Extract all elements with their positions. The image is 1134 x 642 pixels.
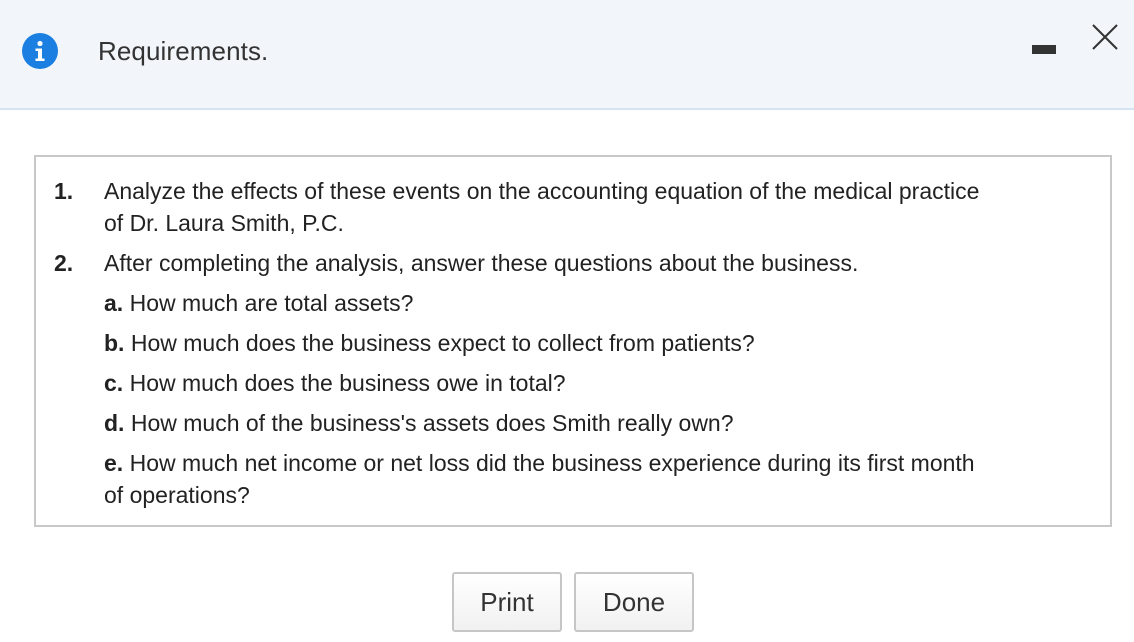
info-icon — [22, 33, 58, 69]
minimize-icon — [1032, 45, 1056, 54]
requirements-dialog: Requirements. 1. Analyze the effects of … — [0, 0, 1134, 642]
question-text: How much does the business expect to col… — [130, 330, 755, 356]
requirement-number: 2. — [54, 250, 74, 276]
question-letter: b. — [104, 330, 125, 356]
question-item: d. How much of the business's assets doe… — [104, 407, 1104, 439]
question-item: e. How much net income or net loss did t… — [104, 447, 1104, 511]
question-text: How much of the business's assets does S… — [130, 410, 734, 436]
question-text: of operations? — [104, 482, 250, 508]
requirements-box: 1. Analyze the effects of these events o… — [34, 155, 1112, 527]
question-item: a. How much are total assets? — [104, 287, 1104, 319]
requirement-text: After completing the analysis, answer th… — [104, 250, 859, 276]
requirement-text-line: Analyze the effects of these events on t… — [104, 178, 980, 204]
question-item: c. How much does the business owe in tot… — [104, 367, 1104, 399]
question-letter: d. — [104, 410, 125, 436]
close-button[interactable] — [1084, 19, 1124, 59]
print-button[interactable]: Print — [452, 572, 562, 632]
question-letter: e. — [104, 450, 124, 476]
question-letter: c. — [104, 370, 124, 396]
question-text: How much are total assets? — [129, 290, 414, 316]
question-text: How much net income or net loss did the … — [129, 450, 975, 476]
done-button[interactable]: Done — [574, 572, 694, 632]
dialog-title: Requirements. — [98, 36, 269, 66]
question-text: How much does the business owe in total? — [129, 370, 566, 396]
close-icon — [1092, 24, 1118, 50]
requirement-text: Analyze the effects of these events on t… — [104, 175, 1104, 239]
requirement-text-line: of Dr. Laura Smith, P.C. — [104, 210, 344, 236]
question-item: b. How much does the business expect to … — [104, 327, 1104, 359]
requirement-number: 1. — [54, 178, 74, 204]
question-letter: a. — [104, 290, 124, 316]
minimize-button[interactable] — [1028, 38, 1062, 62]
dialog-header: Requirements. — [0, 0, 1134, 110]
